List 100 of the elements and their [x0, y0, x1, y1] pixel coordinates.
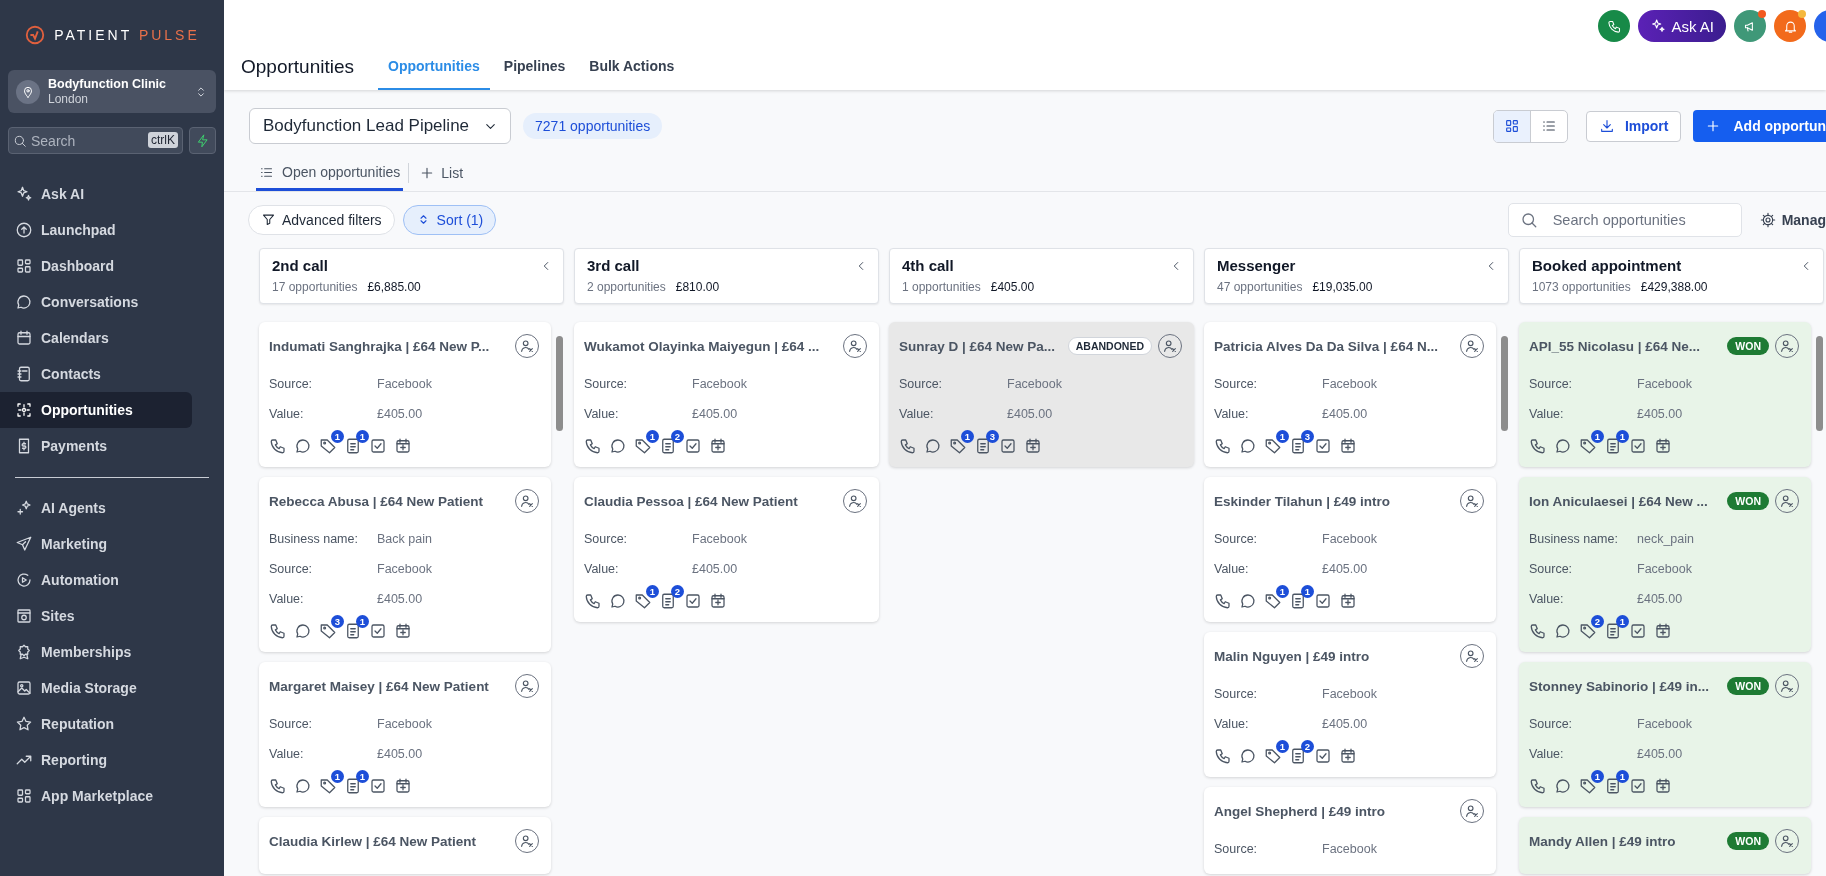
focus-dots-icon [15, 401, 33, 419]
sidebar-item[interactable]: Contacts [0, 356, 224, 392]
sidebar-item[interactable]: Sites [0, 598, 224, 634]
user-remove-icon [1779, 833, 1795, 849]
note-icon [344, 777, 362, 795]
field-value: £405.00 [1637, 407, 1683, 421]
chat-bubble-icon [1239, 437, 1257, 455]
add-list-button[interactable]: List [408, 163, 474, 183]
lightning-icon [195, 133, 210, 148]
user-remove-icon [519, 678, 535, 694]
phone-icon [1606, 18, 1622, 34]
opportunity-card[interactable]: Claudia Kirlew | £64 New Patient [259, 817, 551, 874]
status-badge: WON [1727, 337, 1769, 355]
count-badge: 2 [1301, 740, 1314, 753]
opportunity-card[interactable]: Indumati Sanghrajka | £64 New P... Source: Facebook Value: £405.00 1 1 [259, 322, 551, 467]
shortcut-key: ctrlK [148, 132, 178, 148]
sidebar-item[interactable]: Conversations [0, 284, 224, 320]
count-badge: 1 [1276, 585, 1289, 598]
opportunity-card[interactable]: Stonney Sabinorio | £49 in... WON Source: Facebook Value: £405.00 1 1 [1519, 662, 1811, 807]
opportunity-card[interactable]: Mandy Allen | £49 intro WON [1519, 817, 1811, 874]
add-opportunity-button[interactable]: Add opportun [1693, 110, 1826, 142]
scrollbar[interactable] [1816, 336, 1823, 431]
field-value: Facebook [377, 717, 432, 731]
opportunity-card[interactable]: Wukamot Olayinka Maiyegun | £64 ... Source: Facebook Value: £405.00 1 2 [574, 322, 879, 467]
field-label: Value: [584, 407, 620, 421]
phone-icon [584, 592, 602, 610]
note-icon [344, 622, 362, 640]
sidebar-item[interactable]: Opportunities [0, 392, 192, 428]
sidebar-item[interactable]: Ask AI [0, 176, 224, 212]
nav-tab[interactable]: Bulk Actions [579, 58, 685, 90]
note-icon [1604, 622, 1622, 640]
sidebar-item[interactable]: App Marketplace [0, 778, 224, 814]
field-value: Facebook [1322, 842, 1377, 856]
sidebar-item[interactable]: Reporting [0, 742, 224, 778]
filter-button[interactable]: Advanced filters [248, 204, 395, 235]
import-button[interactable]: Import [1585, 110, 1682, 142]
count-badge: 1 [646, 585, 659, 598]
filter-button[interactable]: Sort (1) [402, 204, 497, 235]
note-icon [659, 592, 677, 610]
column-title: Booked appointment [1532, 257, 1682, 274]
count-badge: 2 [671, 430, 684, 443]
manage-button[interactable]: Manag [1759, 211, 1826, 228]
nav-tab[interactable]: Opportunities [378, 58, 490, 90]
checkbox-icon [684, 592, 702, 610]
opportunity-title: Indumati Sanghrajka | £64 New P... [269, 338, 491, 354]
upload-circle-icon [15, 221, 33, 239]
tag-icon [1579, 622, 1597, 640]
column-count: 47 opportunities [1217, 280, 1303, 294]
opportunity-card[interactable]: Margaret Maisey | £64 New Patient Source: Facebook Value: £405.00 1 1 [259, 662, 551, 807]
field-value: £405.00 [1322, 562, 1368, 576]
field-label: Source: [1529, 377, 1574, 391]
sidebar-item[interactable]: Media Storage [0, 670, 224, 706]
opportunity-card[interactable]: Malin Nguyen | £49 intro Source: Facebook Value: £405.00 1 2 [1204, 632, 1496, 777]
location-switcher[interactable]: Bodyfunction Clinic London [8, 70, 216, 113]
sidebar-item[interactable]: Payments [0, 428, 224, 464]
scrollbar[interactable] [556, 336, 563, 431]
tag-icon [1579, 777, 1597, 795]
note-icon [1289, 747, 1307, 765]
quick-action-button[interactable] [189, 127, 216, 154]
sidebar-item[interactable]: AI Agents [0, 490, 224, 526]
field-value: Facebook [1007, 377, 1062, 391]
opportunity-title: Mandy Allen | £49 intro [1529, 833, 1677, 849]
opportunity-card[interactable]: Eskinder Tilahun | £49 intro Source: Facebook Value: £405.00 1 1 [1204, 477, 1496, 622]
opportunity-card[interactable]: Sunray D | £64 New Pa... ABANDONED Source: Facebook Value: £405.00 1 3 [889, 322, 1194, 467]
opportunity-card[interactable]: API_55 Nicolasu | £64 Ne... WON Source: Facebook Value: £405.00 1 1 [1519, 322, 1811, 467]
announcements-button[interactable] [1734, 10, 1766, 42]
sidebar-item[interactable]: Memberships [0, 634, 224, 670]
chat-bubble-icon [1554, 777, 1572, 795]
opportunity-title: Ion Aniculaesei | £64 New ... [1529, 493, 1709, 509]
pipeline-dropdown[interactable]: Bodyfunction Lead Pipeline [249, 108, 512, 144]
opportunity-card[interactable]: Ion Aniculaesei | £64 New ... WON Business name: neck_pain Source: Facebook Value: £405.00 2 1 [1519, 477, 1811, 652]
sidebar-item[interactable]: Automation [0, 562, 224, 598]
chat-bubble-icon [1554, 437, 1572, 455]
view-tab[interactable]: Open opportunities [256, 164, 404, 191]
opportunity-title: API_55 Nicolasu | £64 Ne... [1529, 338, 1702, 354]
opportunity-card[interactable]: Rebecca Abusa | £64 New Patient Business name: Back pain Source: Facebook Value: £405.00 3 1 [259, 477, 551, 652]
note-icon [344, 437, 362, 455]
column-count: 1 opportunities [902, 280, 981, 294]
column-total: £429,388.00 [1640, 280, 1708, 294]
opportunity-card[interactable]: Patricia Alves Da Da Silva | £64 N... Source: Facebook Value: £405.00 1 3 [1204, 322, 1496, 467]
count-badge: 1 [1276, 740, 1289, 753]
field-label: Source: [1214, 842, 1259, 856]
opportunity-title: Patricia Alves Da Da Silva | £64 N... [1214, 338, 1439, 354]
column-count: 2 opportunities [587, 280, 666, 294]
opportunity-card[interactable]: Angel Shepherd | £49 intro Source: Facebook [1204, 787, 1496, 874]
notifications-button[interactable] [1774, 10, 1806, 42]
column-title: 3rd call [587, 257, 640, 274]
scrollbar[interactable] [1501, 336, 1508, 431]
sidebar-item[interactable]: Reputation [0, 706, 224, 742]
field-label: Value: [269, 407, 305, 421]
sidebar-item[interactable]: Calendars [0, 320, 224, 356]
sidebar-item[interactable]: Marketing [0, 526, 224, 562]
column-total: £19,035.00 [1312, 280, 1373, 294]
opportunity-card[interactable]: Claudia Pessoa | £64 New Patient Source: Facebook Value: £405.00 1 2 [574, 477, 879, 622]
ask-ai-button[interactable]: Ask AI [1638, 10, 1726, 42]
sidebar-item[interactable]: Launchpad [0, 212, 224, 248]
phone-button[interactable] [1598, 10, 1631, 42]
view-toggle[interactable] [1493, 110, 1530, 142]
sidebar-item[interactable]: Dashboard [0, 248, 224, 284]
nav-tab[interactable]: Pipelines [493, 58, 576, 90]
